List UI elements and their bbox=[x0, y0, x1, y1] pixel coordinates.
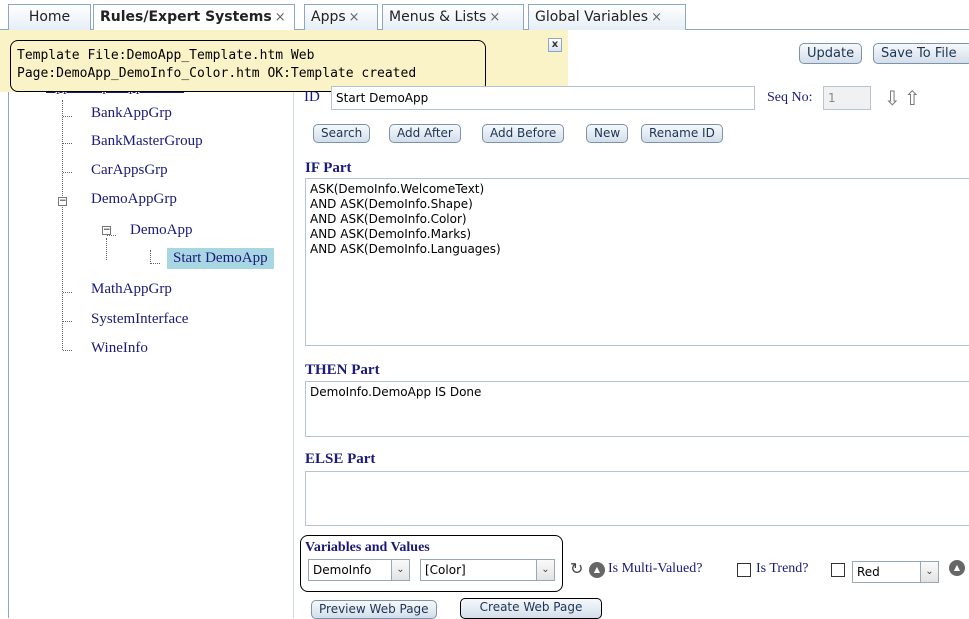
create-web-page-button[interactable]: Create Web Page bbox=[460, 598, 602, 619]
then-part-textarea[interactable]: DemoInfo.DemoApp IS Done bbox=[305, 381, 969, 437]
tree-connector bbox=[106, 238, 107, 260]
seq-no-input[interactable]: 1 bbox=[823, 86, 871, 110]
collapse-icon[interactable]: − bbox=[102, 226, 111, 235]
tree-item-systeminterface[interactable]: SystemInterface bbox=[91, 311, 188, 328]
variable-select-value: [Color] bbox=[425, 563, 466, 577]
tree-connector bbox=[150, 250, 151, 264]
tree-branch bbox=[63, 292, 72, 293]
collapse-icon[interactable]: − bbox=[58, 197, 67, 206]
close-icon[interactable]: × bbox=[489, 10, 500, 25]
refresh-icon[interactable]: ↻ bbox=[570, 559, 583, 578]
multi-valued-label: Is Multi-Valued? bbox=[608, 561, 703, 576]
tab-label: Apps bbox=[311, 9, 346, 25]
move-up-icon[interactable]: ⇧ bbox=[904, 86, 921, 110]
search-button[interactable]: Search bbox=[313, 124, 371, 143]
else-part-title: ELSE Part bbox=[305, 451, 376, 467]
value-select-value: Red bbox=[857, 565, 880, 579]
chevron-down-icon: ⌄ bbox=[391, 560, 409, 580]
tab-menus-lists[interactable]: Menus & Lists × bbox=[382, 4, 524, 30]
value-select[interactable]: Red ⌄ bbox=[852, 561, 939, 583]
tree-branch bbox=[151, 263, 160, 264]
then-part-title: THEN Part bbox=[305, 362, 380, 378]
id-label: ID bbox=[304, 89, 320, 105]
close-icon[interactable]: × bbox=[349, 10, 360, 25]
variables-title: Variables and Values bbox=[305, 540, 430, 555]
chevron-down-icon: ⌄ bbox=[920, 562, 938, 582]
close-icon[interactable]: × bbox=[651, 10, 662, 25]
else-part-textarea[interactable] bbox=[305, 471, 969, 526]
tab-label: Rules/Expert Systems bbox=[100, 9, 272, 25]
tree-item-start-demoapp[interactable]: Start DemoApp bbox=[167, 248, 274, 269]
tab-label: Menus & Lists bbox=[389, 9, 487, 25]
tree-item-bankmastergroup[interactable]: BankMasterGroup bbox=[91, 133, 203, 150]
tree-branch bbox=[107, 235, 116, 236]
move-down-icon[interactable]: ⇩ bbox=[884, 86, 901, 110]
object-select[interactable]: DemoInfo ⌄ bbox=[308, 559, 410, 581]
tab-apps[interactable]: Apps × bbox=[304, 4, 378, 30]
close-icon[interactable]: x bbox=[548, 38, 562, 52]
object-select-value: DemoInfo bbox=[313, 563, 372, 577]
trend-checkbox[interactable] bbox=[831, 563, 845, 577]
notification-toast: Template File:DemoApp_Template.htm Web P… bbox=[10, 40, 486, 92]
tab-label: Global Variables bbox=[535, 9, 649, 25]
tree-branch bbox=[63, 172, 72, 173]
add-before-button[interactable]: Add Before bbox=[482, 124, 565, 143]
notification-line: Template File:DemoApp_Template.htm Web bbox=[17, 48, 315, 63]
tree-item-carappsgrp[interactable]: CarAppsGrp bbox=[91, 162, 168, 179]
new-button[interactable]: New bbox=[586, 124, 629, 143]
tab-rules-expert-systems[interactable]: Rules/Expert Systems × bbox=[93, 4, 295, 31]
tree-branch bbox=[63, 321, 72, 322]
tab-global-variables[interactable]: Global Variables × bbox=[528, 4, 686, 30]
rename-id-button[interactable]: Rename ID bbox=[641, 124, 723, 143]
preview-web-page-button[interactable]: Preview Web Page bbox=[311, 600, 437, 619]
tree-item-mathappgrp[interactable]: MathAppGrp bbox=[91, 281, 172, 298]
tree-item-wineinfo[interactable]: WineInfo bbox=[91, 340, 148, 357]
tree-branch bbox=[63, 350, 72, 351]
if-part-textarea[interactable]: ASK(DemoInfo.WelcomeText) AND ASK(DemoIn… bbox=[305, 178, 969, 346]
if-part-title: IF Part bbox=[305, 160, 352, 176]
tab-label: Home bbox=[28, 9, 71, 25]
close-icon[interactable]: × bbox=[275, 10, 286, 25]
variable-select[interactable]: [Color] ⌄ bbox=[420, 559, 555, 581]
save-to-file-button[interactable]: Save To File bbox=[873, 43, 969, 64]
tab-home[interactable]: Home bbox=[8, 4, 91, 30]
tree-item-demoappgrp[interactable]: DemoAppGrp bbox=[91, 191, 177, 208]
tree-item-bankappgrp[interactable]: BankAppGrp bbox=[91, 105, 172, 122]
tree-connector bbox=[62, 100, 63, 350]
up-circle-icon[interactable]: ▲ bbox=[949, 560, 965, 576]
tree-item-demoapp[interactable]: DemoApp bbox=[130, 222, 193, 239]
tree-branch bbox=[63, 116, 72, 117]
rule-id-input[interactable]: Start DemoApp bbox=[331, 86, 755, 110]
trend-label: Is Trend? bbox=[756, 561, 809, 576]
notification-line: Page:DemoApp_DemoInfo_Color.htm OK:Templ… bbox=[17, 66, 417, 81]
seq-no-label: Seq No: bbox=[767, 90, 813, 105]
add-after-button[interactable]: Add After bbox=[389, 124, 461, 143]
multi-valued-checkbox[interactable] bbox=[737, 563, 751, 577]
chevron-down-icon: ⌄ bbox=[536, 560, 554, 580]
up-circle-icon[interactable]: ▲ bbox=[589, 562, 605, 578]
tab-bar: Home Rules/Expert Systems × Apps × Menus &… bbox=[0, 0, 969, 31]
tree-branch bbox=[63, 143, 72, 144]
update-button[interactable]: Update bbox=[799, 43, 863, 64]
